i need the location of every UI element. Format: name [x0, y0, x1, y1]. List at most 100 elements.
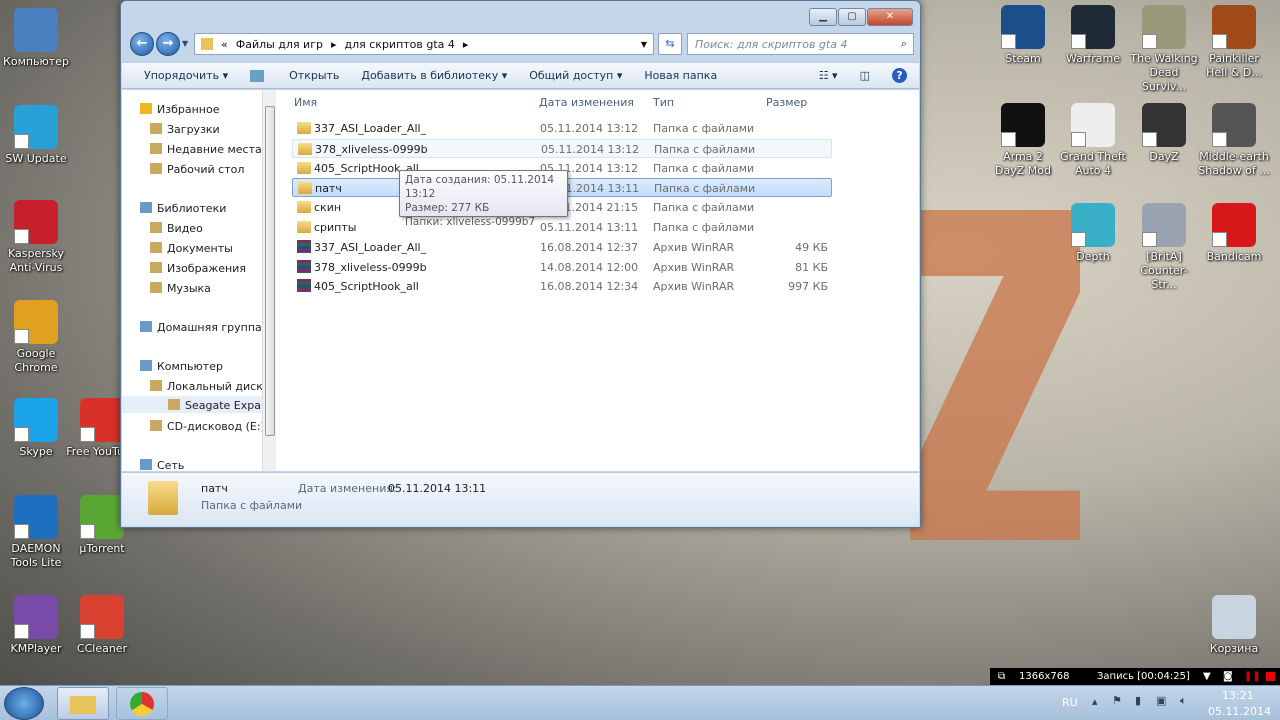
nav-item[interactable]: Изображения — [150, 262, 246, 275]
desktop-shortcut[interactable]: [BritA] Counter-Str... — [1128, 203, 1200, 292]
desktop-shortcut[interactable]: The Walking Dead Surviv... — [1128, 5, 1200, 94]
taskbar-explorer[interactable] — [57, 687, 109, 720]
address-bar[interactable]: « Файлы для игр ▸ для скриптов gta 4 ▸ ▼ — [194, 33, 654, 55]
new-folder-button[interactable]: Новая папка — [644, 69, 717, 82]
nav-item[interactable]: Локальный диск — [150, 380, 262, 393]
nav-item-label: CD-дисковод (E:) — [167, 420, 262, 433]
chevron-right-icon[interactable]: ▸ — [331, 38, 337, 51]
address-dropdown-icon[interactable]: ▼ — [641, 40, 647, 49]
pause-icon[interactable]: ❚❚ — [1244, 668, 1261, 685]
nav-item-label: Сеть — [157, 459, 185, 471]
file-type: Папка с файлами — [653, 201, 755, 215]
file-type: Папка с файлами — [654, 142, 756, 156]
action-center-flag-icon[interactable]: ⚑ — [1112, 694, 1122, 707]
chevron-right-icon[interactable]: ▸ — [463, 38, 469, 51]
start-button[interactable] — [4, 687, 44, 720]
file-row[interactable]: срипты 05.11.2014 13:11 Папка с файлами — [292, 218, 832, 237]
desktop-shortcut[interactable]: Depth — [1057, 203, 1129, 264]
forward-button[interactable]: → — [156, 32, 180, 56]
ccleaner-icon — [80, 595, 124, 639]
breadcrumb-item[interactable]: Файлы для игр — [236, 38, 323, 51]
nav-item[interactable]: Загрузки — [150, 123, 220, 136]
desktop-shortcut[interactable]: Google Chrome — [0, 300, 72, 375]
shortcut-label: Bandicam — [1206, 250, 1262, 263]
power-icon[interactable]: ▮ — [1135, 694, 1141, 707]
nav-item-label: Seagate Expansion — [185, 399, 262, 412]
nav-item[interactable]: Seagate Expansion — [122, 396, 262, 413]
clock-date[interactable]: 05.11.2014 — [1208, 705, 1271, 718]
desktop-shortcut[interactable]: Bandicam — [1198, 203, 1270, 264]
nav-item[interactable]: Сеть — [140, 459, 184, 471]
search-icon[interactable]: ⌕ — [901, 37, 907, 51]
column-name[interactable]: Имя — [294, 96, 317, 109]
language-indicator[interactable]: RU — [1062, 696, 1078, 709]
dropdown-icon[interactable]: ▼ — [1203, 668, 1211, 685]
desktop-shortcut[interactable]: Корзина — [1198, 595, 1270, 656]
desktop-shortcut[interactable]: SW Update — [0, 105, 72, 166]
back-button[interactable]: ← — [130, 32, 154, 56]
desktop-shortcut[interactable]: CCleaner — [66, 595, 138, 656]
network-icon[interactable]: ▣ — [1156, 694, 1166, 707]
nav-item-label: Избранное — [157, 103, 220, 116]
location-icon — [150, 420, 162, 431]
minimize-button[interactable]: ▁ — [809, 8, 837, 26]
nav-item[interactable]: Видео — [150, 222, 203, 235]
nav-item[interactable]: Компьютер — [140, 360, 223, 373]
history-dropdown-icon[interactable]: ▼ — [182, 39, 188, 48]
stop-icon[interactable] — [1266, 672, 1275, 681]
taskbar-chrome[interactable] — [116, 687, 168, 720]
view-options-icon[interactable]: ☷ ▾ — [819, 69, 838, 82]
counter-strike-icon — [1142, 203, 1186, 247]
desktop-shortcut[interactable]: Warframe — [1057, 5, 1129, 66]
nav-item[interactable]: Избранное — [140, 103, 219, 116]
walking-dead-icon — [1142, 5, 1186, 49]
file-row[interactable]: 337_ASI_Loader_All_ 05.11.2014 13:12 Папка… — [292, 119, 832, 138]
desktop-shortcut[interactable]: Skype — [0, 398, 72, 459]
desktop-shortcut[interactable]: Grand Theft Auto 4 — [1057, 103, 1129, 178]
camera-icon[interactable]: ◙ — [1223, 668, 1233, 685]
breadcrumb-item[interactable]: для скриптов gta 4 — [345, 38, 455, 51]
nav-item[interactable]: CD-дисковод (E:) — [150, 420, 262, 433]
file-row[interactable]: 378_xliveless-0999b 14.08.2014 12:00 Архив… — [292, 258, 832, 277]
nav-item[interactable]: Документы — [150, 242, 233, 255]
file-row[interactable]: 378_xliveless-0999b 05.11.2014 13:12 Папка… — [292, 138, 832, 158]
open-button[interactable]: Открыть — [250, 69, 339, 82]
desktop-shortcut[interactable]: Компьютер — [0, 8, 72, 69]
tray-expand-icon[interactable]: ▴ — [1092, 695, 1098, 708]
scrollbar-thumb[interactable] — [265, 106, 275, 436]
volume-icon[interactable]: 🔈︎ — [1180, 694, 1187, 708]
search-input[interactable]: Поиск: для скриптов gta 4 ⌕ — [687, 33, 914, 55]
add-to-library-button[interactable]: Добавить в библиотеку ▾ — [361, 69, 507, 82]
desktop-shortcut[interactable]: Steam — [987, 5, 1059, 66]
share-button[interactable]: Общий доступ ▾ — [529, 69, 622, 82]
organize-button[interactable]: Упорядочить ▾ — [144, 69, 228, 82]
nav-item[interactable]: Домашняя группа — [140, 321, 262, 334]
preview-pane-icon[interactable]: ◫ — [860, 69, 870, 82]
nav-scrollbar[interactable] — [262, 90, 276, 471]
column-size[interactable]: Размер — [766, 96, 807, 109]
group-icon — [140, 321, 152, 332]
desktop-shortcut[interactable]: Middle-earth Shadow of ... — [1198, 103, 1270, 178]
column-date[interactable]: Дата изменения — [539, 96, 634, 109]
nav-item[interactable]: Библиотеки — [140, 202, 226, 215]
desktop-shortcut[interactable]: Arma 2 DayZ Mod — [987, 103, 1059, 178]
desktop-shortcut[interactable]: DayZ — [1128, 103, 1200, 164]
file-row[interactable]: 405_ScriptHook_all 16.08.2014 12:34 Архив … — [292, 277, 832, 296]
breadcrumb-overflow[interactable]: « — [221, 38, 228, 51]
desktop-shortcut[interactable]: Painkiller Hell & D... — [1198, 5, 1270, 80]
desktop-shortcut[interactable]: KMPlayer — [0, 595, 72, 656]
clock-time[interactable]: 13:21 — [1222, 689, 1254, 702]
refresh-button[interactable]: ⇆ — [658, 33, 682, 55]
file-type: Архив WinRAR — [653, 280, 735, 294]
help-icon[interactable]: ? — [892, 68, 907, 83]
column-type[interactable]: Тип — [653, 96, 674, 109]
nav-item[interactable]: Музыка — [150, 282, 211, 295]
file-row[interactable]: 337_ASI_Loader_All_ 16.08.2014 12:37 Архив… — [292, 238, 832, 257]
close-button[interactable]: ✕ — [867, 8, 913, 26]
desktop-shortcut[interactable]: Kaspersky Anti-Virus — [0, 200, 72, 275]
nav-item[interactable]: Рабочий стол — [150, 163, 244, 176]
maximize-button[interactable]: ▢ — [838, 8, 866, 26]
nav-item[interactable]: Недавние места — [150, 143, 262, 156]
desktop-shortcut[interactable]: DAEMON Tools Lite — [0, 495, 72, 570]
details-type: Папка с файлами — [201, 499, 303, 512]
